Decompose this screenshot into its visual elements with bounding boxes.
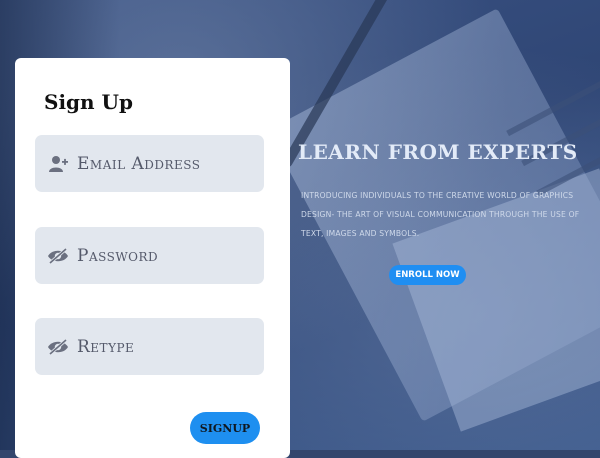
password-field[interactable]: Password xyxy=(35,227,264,284)
signup-button[interactable]: SIGNUP xyxy=(190,412,260,444)
signup-card: Sign Up Email Address Password Retype SI… xyxy=(15,58,290,458)
signup-title: Sign Up xyxy=(44,90,133,114)
password-placeholder: Password xyxy=(77,245,159,266)
eye-slash-icon xyxy=(47,245,69,267)
email-field[interactable]: Email Address xyxy=(35,135,264,192)
retype-password-field[interactable]: Retype xyxy=(35,318,264,375)
enroll-now-button[interactable]: ENROLL NOW xyxy=(389,265,466,285)
retype-placeholder: Retype xyxy=(77,336,135,357)
email-placeholder: Email Address xyxy=(77,153,201,174)
add-user-icon xyxy=(47,153,69,175)
eye-slash-icon xyxy=(47,336,69,358)
hero-headline: LEARN FROM EXPERTS xyxy=(298,140,578,164)
hero-description: INTRODUCING INDIVIDUALS TO THE CREATIVE … xyxy=(301,191,580,238)
